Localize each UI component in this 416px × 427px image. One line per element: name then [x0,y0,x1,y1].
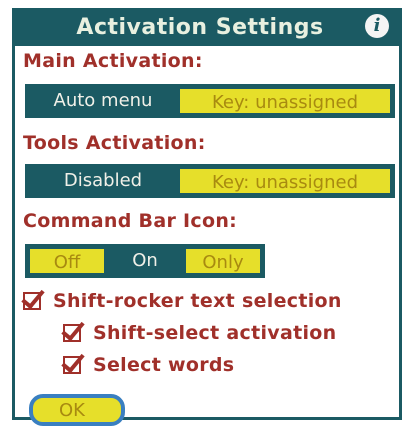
main-activation-key-trigger[interactable]: Key: unassigned [178,87,392,115]
command-bar-off-option[interactable]: Off [28,247,106,275]
screen: Activation Settings i Main Activation: A… [0,0,416,427]
select-words-label: Select words [93,354,235,376]
tools-activation-mode-trigger[interactable]: Disabled [28,167,178,195]
command-bar-icon-label: Command Bar Icon: [23,210,238,232]
info-icon[interactable]: i [365,14,389,38]
main-activation-row: Auto menu Key: unassigned [25,84,395,118]
tools-activation-label: Tools Activation: [23,132,206,154]
check-icon [61,316,85,342]
ok-button[interactable]: OK [29,394,125,426]
shift-rocker-label: Shift-rocker text selection [53,290,342,312]
dialog-title: Activation Settings [76,14,324,40]
shift-select-checkbox-row[interactable]: Shift-select activation [61,316,337,344]
shift-rocker-checkbox-row[interactable]: Shift-rocker text selection [21,284,342,312]
shift-select-label: Shift-select activation [93,322,337,344]
ok-button-label: OK [59,399,85,421]
title-bar: Activation Settings i [15,8,399,46]
command-bar-on-option[interactable]: On [106,247,184,275]
activation-settings-dialog: Activation Settings i Main Activation: A… [12,8,402,426]
main-activation-label: Main Activation: [23,50,203,72]
command-bar-icon-selector: Off On Only [25,244,265,278]
shift-rocker-checkbox[interactable] [21,284,45,310]
main-activation-mode-trigger[interactable]: Auto menu [28,87,178,115]
command-bar-only-option[interactable]: Only [184,247,262,275]
select-words-checkbox-row[interactable]: Select words [61,348,235,376]
select-words-checkbox[interactable] [61,348,85,374]
check-icon [61,348,85,374]
check-icon [21,284,45,310]
tools-activation-key-trigger[interactable]: Key: unassigned [178,167,392,195]
shift-select-checkbox[interactable] [61,316,85,342]
tools-activation-row: Disabled Key: unassigned [25,164,395,198]
